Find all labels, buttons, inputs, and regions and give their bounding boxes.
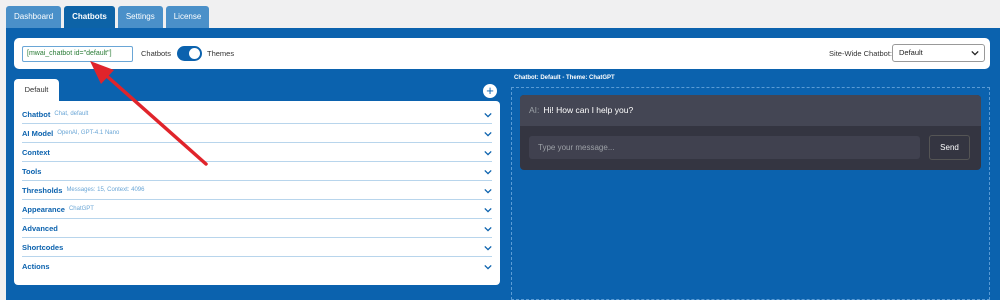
chat-window: AI: Hi! How can I help you? Type your mes… (520, 95, 981, 170)
section-subtitle: OpenAI, GPT-4.1 Nano (57, 130, 120, 136)
section-actions[interactable]: Actions (22, 257, 492, 276)
section-title: AI Model (22, 128, 54, 138)
chevron-down-icon (971, 50, 979, 56)
chevron-down-icon (484, 131, 492, 137)
section-title: Shortcodes (22, 242, 64, 252)
chevron-down-icon (484, 207, 492, 213)
top-bar: [mwai_chatbot id="default"] Chatbots The… (14, 38, 990, 69)
section-title: Context (22, 147, 50, 157)
chevron-down-icon (484, 112, 492, 118)
sitewide-chatbot-select[interactable]: Default (892, 44, 985, 62)
chevron-down-icon (484, 226, 492, 232)
tab-chatbot-default[interactable]: Default (14, 79, 59, 101)
ai-prefix: AI: (529, 105, 540, 115)
section-appearance[interactable]: Appearance ChatGPT (22, 200, 492, 219)
section-shortcodes[interactable]: Shortcodes (22, 238, 492, 257)
section-title: Chatbot (22, 109, 51, 119)
section-context[interactable]: Context (22, 143, 492, 162)
section-title: Tools (22, 166, 42, 176)
tab-dashboard[interactable]: Dashboard (6, 6, 62, 28)
send-button[interactable]: Send (929, 135, 970, 160)
section-advanced[interactable]: Advanced (22, 219, 492, 238)
toggle-knob (189, 48, 200, 59)
chatbot-preview: AI: Hi! How can I help you? Type your mes… (511, 87, 990, 300)
sitewide-chatbot-label: Site-Wide Chatbot: (829, 49, 892, 58)
sitewide-chatbot-value: Default (899, 48, 923, 57)
chatbot-settings-card: Chatbot Chat, default AI Model OpenAI, G… (14, 101, 500, 285)
section-subtitle: ChatGPT (68, 206, 94, 212)
chevron-down-icon (484, 150, 492, 156)
themes-toggle-label: Themes (207, 49, 235, 58)
chatbots-themes-toggle[interactable] (177, 46, 202, 61)
add-chatbot-button[interactable]: + (482, 83, 498, 99)
main-tabs: Dashboard Chatbots Settings License (6, 6, 210, 28)
preview-label: Chatbot: Default - Theme: ChatGPT (514, 75, 615, 81)
section-title: Appearance (22, 204, 65, 214)
tab-chatbots[interactable]: Chatbots (64, 6, 115, 28)
chevron-down-icon (484, 264, 492, 270)
chatbots-toggle-label: Chatbots (141, 49, 172, 58)
ai-greeting: Hi! How can I help you? (543, 105, 634, 115)
chevron-down-icon (484, 169, 492, 175)
tab-license[interactable]: License (165, 6, 210, 28)
chevron-down-icon (484, 245, 492, 251)
section-subtitle: Messages: 15, Context: 4096 (66, 187, 145, 193)
chevron-down-icon (484, 188, 492, 194)
chat-message-input[interactable]: Type your message... (529, 136, 920, 159)
section-ai-model[interactable]: AI Model OpenAI, GPT-4.1 Nano (22, 124, 492, 143)
shortcode-field[interactable]: [mwai_chatbot id="default"] (22, 46, 133, 62)
section-thresholds[interactable]: Thresholds Messages: 15, Context: 4096 (22, 181, 492, 200)
chat-message-ai: AI: Hi! How can I help you? (520, 95, 981, 126)
section-subtitle: Chat, default (54, 111, 89, 117)
section-title: Advanced (22, 223, 58, 233)
section-chatbot[interactable]: Chatbot Chat, default (22, 105, 492, 124)
tab-settings[interactable]: Settings (117, 6, 163, 28)
main-panel: [mwai_chatbot id="default"] Chatbots The… (6, 28, 1000, 300)
section-title: Actions (22, 262, 50, 271)
section-tools[interactable]: Tools (22, 162, 492, 181)
section-title: Thresholds (22, 185, 63, 195)
